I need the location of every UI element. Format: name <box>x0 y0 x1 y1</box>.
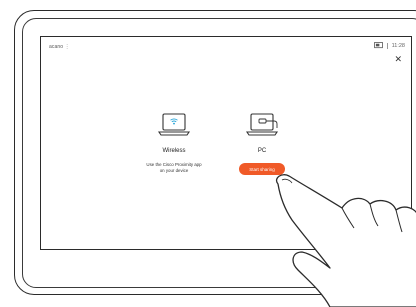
wireless-description-line2: on your device <box>159 167 189 173</box>
status-bar-right: 11:28 <box>374 42 405 49</box>
status-left-text: acano ⋮ <box>49 44 70 50</box>
laptop-cable-icon <box>245 113 279 136</box>
wireless-option: Wireless Use the Cisco Proximity app on … <box>129 111 219 174</box>
share-screen-icon[interactable] <box>374 42 383 49</box>
pc-label: PC <box>257 148 267 154</box>
device-screen: acano ⋮ 11:28 ✕ Wireless Use the Cisco P… <box>40 36 412 250</box>
illustration: acano ⋮ 11:28 ✕ Wireless Use the Cisco P… <box>0 0 416 307</box>
status-time: 11:28 <box>391 42 405 49</box>
close-icon[interactable]: ✕ <box>394 55 402 64</box>
start-sharing-button[interactable]: Start sharing <box>239 163 285 175</box>
pc-option: PC Start sharing <box>217 111 307 176</box>
wireless-label: Wireless <box>162 148 186 154</box>
wireless-description: Use the Cisco Proximity app on your devi… <box>129 162 219 174</box>
laptop-wireless-icon <box>157 113 191 136</box>
status-divider <box>386 42 388 49</box>
